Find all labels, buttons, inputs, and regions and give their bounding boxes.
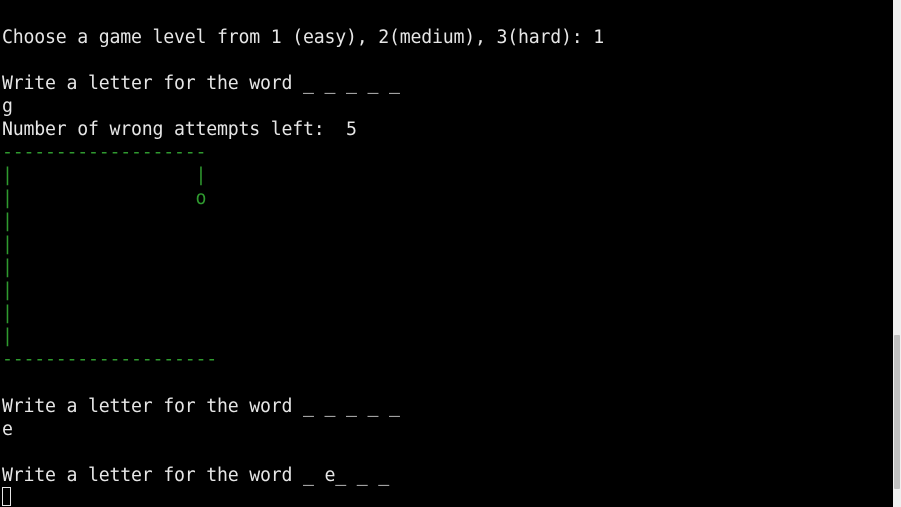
gallows-rope-row: | | <box>2 165 207 186</box>
level-prompt: Choose a game level from 1 (easy), 2(med… <box>2 27 604 48</box>
terminal-window[interactable]: Choose a game level from 1 (easy), 2(med… <box>0 0 893 507</box>
attempts-left-text: Number of wrong attempts left: 5 <box>2 119 357 140</box>
text-cursor <box>2 487 11 506</box>
gallows-post-row: | <box>2 326 13 347</box>
letter-prompt: Write a letter for the word _ e_ _ _ <box>2 465 389 486</box>
vertical-scrollbar[interactable] <box>893 0 901 507</box>
gallows-head-row: | o <box>2 188 207 209</box>
scrollbar-thumb[interactable] <box>894 335 900 489</box>
user-input-letter: e <box>2 419 13 440</box>
gallows-post-row: | <box>2 280 13 301</box>
user-input-letter: g <box>2 96 13 117</box>
letter-prompt: Write a letter for the word _ _ _ _ _ <box>2 396 400 417</box>
gallows-top-beam: ------------------- <box>2 142 207 163</box>
gallows-post-row: | <box>2 257 13 278</box>
gallows-post-row: | <box>2 234 13 255</box>
gallows-base: -------------------- <box>2 349 217 370</box>
letter-prompt: Write a letter for the word _ _ _ _ _ <box>2 73 400 94</box>
gallows-post-row: | <box>2 211 13 232</box>
gallows-post-row: | <box>2 303 13 324</box>
